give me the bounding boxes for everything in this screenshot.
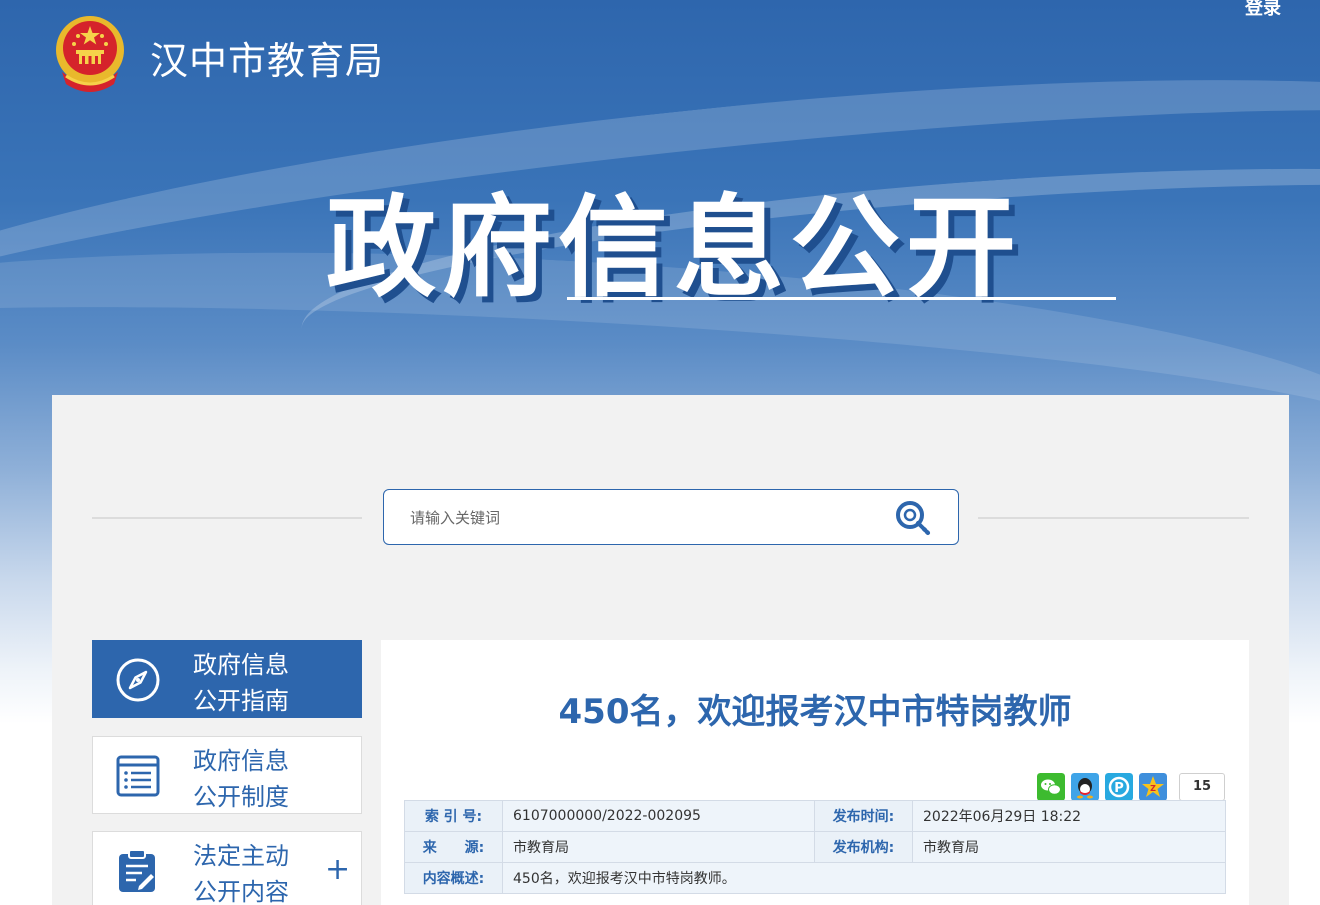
meta-value: 市教育局 [502,831,815,863]
meta-key: 索 引 号: [404,800,503,832]
meta-value: 450名，欢迎报考汉中市特岗教师。 [502,862,1226,894]
meta-value: 市教育局 [912,831,1226,863]
qq-icon[interactable] [1071,773,1099,801]
compass-icon [116,658,160,702]
label-line: 政府信息 [193,747,289,775]
sidebar-item-label: 政府信息 公开指南 [193,647,323,719]
star-icon[interactable]: Z [1139,773,1167,801]
meta-key: 发布机构: [814,831,913,863]
search-input[interactable] [410,504,880,532]
national-emblem-icon [56,16,124,92]
label-line: 公开制度 [193,783,289,811]
login-link[interactable]: 登录 [1245,0,1281,20]
meta-value: 2022年06月29日 18:22 [912,800,1226,832]
article-card: 450名，欢迎报考汉中市特岗教师 P Z 15 索 引 号: 610700000… [381,640,1249,905]
svg-text:Z: Z [1150,784,1156,793]
article-meta-table: 索 引 号: 6107000000/2022-002095 发布时间: 2022… [404,800,1226,894]
divider [92,517,362,519]
meta-key: 内容概述: [404,862,503,894]
label-line: 法定主动 [193,842,289,870]
search-box [383,489,959,545]
label-line: 政府信息 [193,651,289,679]
svg-text:P: P [1114,781,1124,796]
table-row: 来 源: 市教育局 发布机构: 市教育局 [404,831,1226,863]
sidebar-item-disclosure-guide[interactable]: 政府信息 公开指南 [92,640,362,718]
list-document-icon [116,755,160,797]
table-row: 内容概述: 450名，欢迎报考汉中市特岗教师。 [404,862,1226,894]
main-panel: 政府信息 公开指南 政府信息 公开制度 法定主动 [52,395,1289,905]
meta-key: 来 源: [404,831,503,863]
table-row: 索 引 号: 6107000000/2022-002095 发布时间: 2022… [404,800,1226,832]
divider [978,517,1249,519]
share-count: 15 [1179,773,1225,801]
search-icon[interactable] [892,498,936,538]
clipboard-edit-icon [119,849,155,892]
site-title: 汉中市教育局 [150,39,385,83]
meta-key: 发布时间: [814,800,913,832]
sidebar-item-label: 政府信息 公开制度 [193,743,323,815]
sidebar-item-label: 法定主动 公开内容 [193,838,323,905]
sidebar-item-statutory-content[interactable]: 法定主动 公开内容 + [92,831,362,905]
label-line: 公开内容 [193,878,289,905]
label-line: 公开指南 [193,687,289,715]
page-title: 政府信息公开 [326,184,1022,312]
expand-icon[interactable]: + [325,852,350,887]
article-title: 450名，欢迎报考汉中市特岗教师 [558,692,1072,732]
title-underline [567,297,1116,300]
sidebar-item-disclosure-system[interactable]: 政府信息 公开制度 [92,736,362,814]
meta-value: 6107000000/2022-002095 [502,800,815,832]
qzone-icon[interactable]: P [1105,773,1133,801]
wechat-icon[interactable] [1037,773,1065,801]
